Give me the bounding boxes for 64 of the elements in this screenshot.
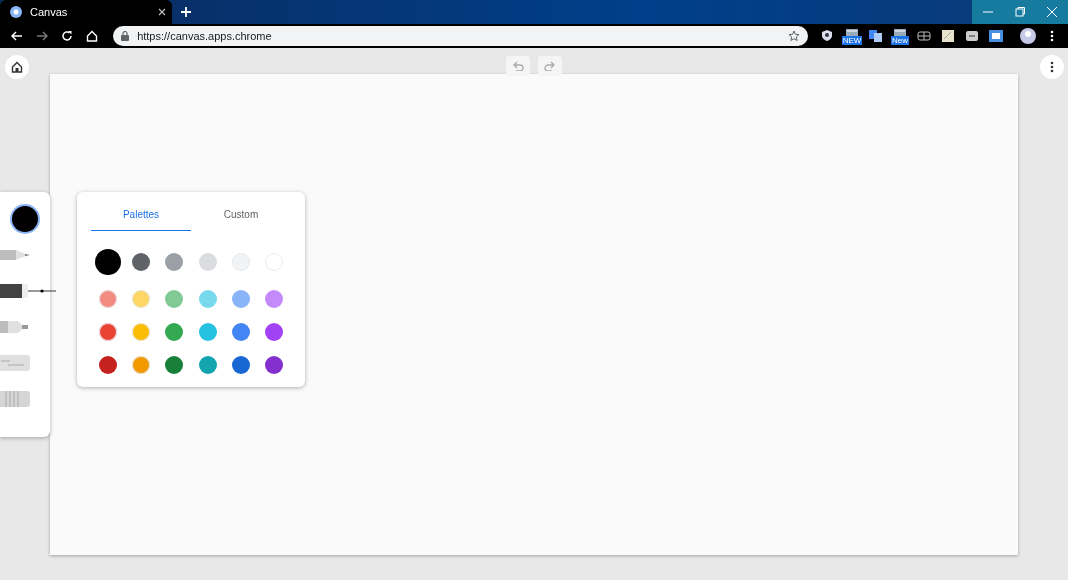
color-swatch[interactable] [165,356,184,374]
forward-arrow-icon [35,30,48,42]
color-swatch[interactable] [132,253,150,271]
close-icon [1047,7,1057,17]
lock-icon [121,31,130,41]
current-color-dot[interactable] [12,206,38,232]
extension-badge: New [891,35,909,45]
star-icon[interactable] [788,30,800,42]
palette-tab[interactable]: Custom [191,204,291,231]
extension-icon [821,29,835,43]
favicon-icon [10,6,22,18]
extension-button[interactable]: NEW [842,25,862,47]
extension-icon [869,29,883,43]
address-bar[interactable]: https://canvas.apps.chrome [113,26,808,46]
color-swatch[interactable] [132,290,150,308]
color-swatch[interactable] [265,323,284,341]
redo-button[interactable] [538,56,562,76]
extension-icon [989,29,1003,43]
browser-tab[interactable]: Canvas [0,0,172,24]
color-swatch[interactable] [198,253,217,271]
extension-button[interactable]: New [890,25,910,47]
home-button[interactable] [5,55,29,79]
avatar-icon [1020,28,1036,44]
tab-title: Canvas [30,4,69,20]
color-swatch[interactable] [98,290,117,308]
reload-icon [61,30,74,42]
url-text: https://canvas.apps.chrome [137,28,273,44]
close-icon[interactable] [158,8,166,16]
menu-icon [1050,30,1054,42]
menu-icon [1050,61,1054,73]
color-swatch[interactable] [132,356,150,374]
more-options-button[interactable] [1040,55,1064,79]
plus-icon [181,7,191,17]
color-swatch[interactable] [232,290,250,308]
color-swatch[interactable] [198,356,217,374]
color-swatch[interactable] [98,323,117,341]
undo-button[interactable] [506,56,530,76]
color-swatch[interactable] [198,323,217,341]
color-swatch[interactable] [94,249,121,275]
extension-icon [893,27,907,36]
extension-icon [941,29,955,43]
undo-icon [512,61,524,71]
color-swatch[interactable] [165,290,184,308]
profile-button[interactable] [1018,25,1038,47]
color-swatch[interactable] [232,356,250,374]
color-swatch[interactable] [132,323,150,341]
color-swatch[interactable] [265,356,284,374]
color-swatch[interactable] [265,290,284,308]
extension-icon [965,29,979,43]
extension-icon [845,27,859,36]
redo-icon [544,61,556,71]
color-swatch[interactable] [165,253,184,271]
color-swatch[interactable] [98,356,117,374]
color-swatch[interactable] [198,290,217,308]
palette-tab[interactable]: Palettes [91,204,191,231]
home-icon [86,30,99,42]
close-button[interactable] [1036,0,1068,24]
color-swatch[interactable] [232,323,250,341]
home-icon [11,61,23,73]
extension-icon [917,29,931,43]
restore-icon [1015,7,1025,17]
color-swatch[interactable] [165,323,184,341]
extension-badge: NEW [841,35,863,45]
back-arrow-icon [10,30,23,42]
